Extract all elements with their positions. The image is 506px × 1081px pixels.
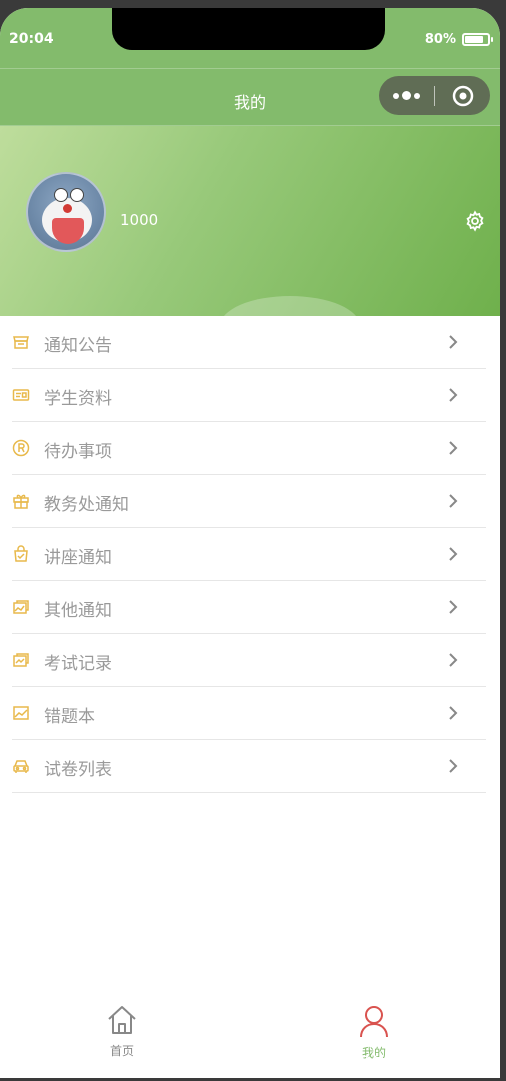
battery-icon: [462, 33, 493, 46]
gear-icon[interactable]: [464, 210, 486, 232]
car-icon: [13, 760, 29, 773]
menu-item-label: 教务处通知: [44, 495, 129, 515]
close-icon[interactable]: [435, 76, 490, 115]
menu-item-label: 试卷列表: [44, 760, 112, 780]
chevron-right-icon: [449, 388, 458, 402]
menu-item-exam-records[interactable]: 考试记录: [12, 634, 486, 687]
menu-item-label: 通知公告: [44, 336, 112, 356]
tab-home[interactable]: 首页: [82, 1004, 162, 1059]
menu-item-student-info[interactable]: 学生资料: [12, 369, 486, 422]
menu-item-mistake-book[interactable]: 错题本: [12, 687, 486, 740]
chevron-right-icon: [449, 441, 458, 455]
battery-percent: 80%: [424, 32, 456, 47]
chevron-right-icon: [449, 759, 458, 773]
mini-program-capsule: [379, 76, 490, 115]
menu-item-todo[interactable]: 待办事项: [12, 422, 486, 475]
menu-list: 通知公告 学生资料 待办事项 教务处通知 讲座通知 其他通知 考试记录 错题本 …: [0, 316, 500, 793]
chevron-right-icon: [449, 494, 458, 508]
chart-pictures-icon: [13, 653, 29, 667]
status-battery: 80%: [424, 32, 493, 47]
tab-home-label: 首页: [109, 1044, 134, 1058]
menu-item-label: 考试记录: [44, 654, 112, 674]
avatar[interactable]: [26, 172, 106, 252]
menu-item-lecture-notice[interactable]: 讲座通知: [12, 528, 486, 581]
chevron-right-icon: [449, 335, 458, 349]
status-bar: 20:04 80%: [0, 8, 500, 68]
menu-item-other-notice[interactable]: 其他通知: [12, 581, 486, 634]
notch: [112, 8, 385, 50]
menu-item-label: 其他通知: [44, 601, 112, 621]
more-icon[interactable]: [379, 76, 434, 115]
watermark: CSDN @我是小爸爸: [336, 1053, 492, 1073]
profile-header: 1000: [0, 126, 500, 316]
registered-icon: [12, 439, 30, 457]
nav-bar: 我的: [0, 68, 500, 126]
chevron-right-icon: [449, 547, 458, 561]
menu-item-label: 学生资料: [44, 389, 112, 409]
store-icon: [13, 336, 29, 349]
chevron-right-icon: [449, 706, 458, 720]
pictures-icon: [13, 600, 29, 614]
decorative-wave: [220, 296, 360, 316]
user-icon: [360, 1006, 388, 1038]
menu-item-notice[interactable]: 通知公告: [12, 316, 486, 369]
menu-item-label: 待办事项: [44, 442, 112, 462]
phone-screen: 20:04 80% 我的 1000 通知公告 学生资料 待办事项 教务处通知 讲…: [0, 8, 500, 1078]
id-card-icon: [12, 389, 30, 401]
image-icon: [13, 706, 29, 720]
menu-item-academic-notice[interactable]: 教务处通知: [12, 475, 486, 528]
chevron-right-icon: [449, 600, 458, 614]
username: 1000: [120, 211, 159, 229]
home-icon: [108, 1006, 136, 1034]
gift-icon: [13, 494, 29, 509]
status-time: 20:04: [9, 31, 54, 47]
menu-item-label: 错题本: [44, 707, 95, 727]
menu-item-paper-list[interactable]: 试卷列表: [12, 740, 486, 793]
bag-icon: [14, 545, 28, 562]
menu-item-label: 讲座通知: [44, 548, 112, 568]
chevron-right-icon: [449, 653, 458, 667]
